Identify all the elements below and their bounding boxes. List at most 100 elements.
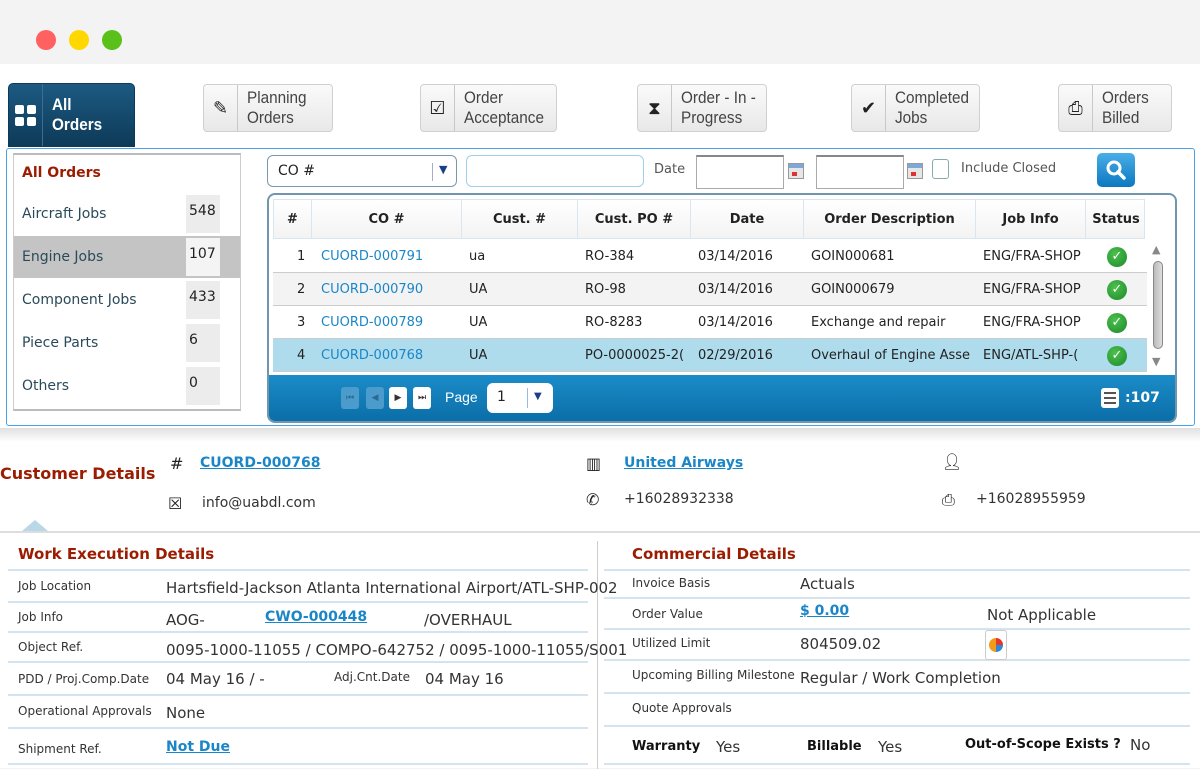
pie-chart-icon[interactable] <box>985 630 1007 660</box>
fax-icon: ⎙ <box>942 490 955 509</box>
order-stage-tabs: All Orders ✎ Planning Orders ☑ Order Accep… <box>0 64 1200 148</box>
page-select[interactable]: 1 ▼ <box>487 383 553 413</box>
tab-completed-jobs[interactable]: ✔ Completed Jobs <box>851 84 980 132</box>
category-item-others[interactable]: Others 0 <box>14 365 240 407</box>
row-number: 4 <box>297 348 306 363</box>
tab-planning-orders[interactable]: ✎ Planning Orders <box>203 84 333 132</box>
job-info: ENG/FRA-SHOP <box>983 282 1081 297</box>
include-closed-checkbox[interactable] <box>932 159 949 179</box>
date-label: Date <box>654 162 686 177</box>
person-icon: 👤︎ <box>942 452 963 471</box>
scroll-down-icon[interactable]: ▼ <box>1152 355 1160 368</box>
category-name: Piece Parts <box>22 335 99 351</box>
row-number: 3 <box>297 315 306 330</box>
utilized-limit-label: Utilized Limit <box>632 636 711 650</box>
search-field-select[interactable]: CO # ▼ <box>267 155 457 187</box>
order-date: 03/14/2016 <box>698 315 773 330</box>
tab-order-in-progress[interactable]: ⧗ Order - In - Progress <box>637 84 767 132</box>
shipment-ref-link[interactable]: Not Due <box>166 739 230 755</box>
window-titlebar <box>0 0 1200 58</box>
scrollbar-thumb[interactable] <box>1153 261 1163 349</box>
table-row[interactable]: 2 CUORD-000790 UA RO-98 03/14/2016 GOIN0… <box>273 273 1147 306</box>
co-number-link[interactable]: CUORD-000789 <box>321 306 423 339</box>
scroll-up-icon[interactable]: ▲ <box>1152 243 1160 256</box>
pdd-value: 04 May 16 / - <box>166 670 265 688</box>
job-info-link[interactable]: CWO-000448 <box>265 609 367 625</box>
column-header[interactable]: # <box>274 200 312 238</box>
search-input[interactable] <box>466 155 644 187</box>
column-header[interactable]: Cust. PO # <box>578 200 691 238</box>
order-value-link[interactable]: $ 0.00 <box>800 603 849 619</box>
minimize-window-button[interactable] <box>69 30 89 50</box>
tab-label-line1: Completed <box>895 88 969 107</box>
tab-order-acceptance[interactable]: ☑ Order Acceptance <box>420 84 557 132</box>
column-header[interactable]: Order Description <box>804 200 976 238</box>
column-header[interactable]: Job Info <box>976 200 1086 238</box>
page-number: 1 <box>497 389 506 405</box>
category-item-piece-parts[interactable]: Piece Parts 6 <box>14 322 240 364</box>
tab-label-line2: Jobs <box>895 108 928 127</box>
checkmark-icon: ✔ <box>852 85 886 131</box>
chevron-down-icon: ▼ <box>534 391 542 402</box>
hash-icon: # <box>170 454 184 473</box>
tab-label-line1: Order - In - <box>681 88 756 107</box>
phone-value: +16028932338 <box>624 491 734 507</box>
orders-table: # CO # Cust. # Cust. PO # Date Order Des… <box>267 193 1177 423</box>
phone-icon: ✆ <box>586 490 600 509</box>
status-ok-icon: ✓ <box>1107 246 1127 267</box>
table-row[interactable]: 3 CUORD-000789 UA RO-8283 03/14/2016 Exc… <box>273 306 1147 339</box>
table-row-selected[interactable]: 4 CUORD-000768 UA PO-0000025-2( 02/29/20… <box>273 339 1147 372</box>
customer-order-link[interactable]: CUORD-000768 <box>200 455 320 471</box>
total-count: :107 <box>1125 390 1160 406</box>
adj-cnt-date-value: 04 May 16 <box>425 670 504 688</box>
table-scrollbar[interactable]: ▲ ▼ <box>1149 243 1167 373</box>
category-name: Engine Jobs <box>22 249 104 265</box>
co-number-link[interactable]: CUORD-000768 <box>321 339 423 372</box>
date-from-input[interactable] <box>696 155 784 189</box>
chevron-down-icon: ▼ <box>439 163 448 176</box>
shipment-ref-label: Shipment Ref. <box>18 742 102 756</box>
first-page-button[interactable]: ⏮ <box>341 387 359 409</box>
column-header[interactable]: Date <box>691 200 804 238</box>
work-execution-title: Work Execution Details <box>18 545 215 563</box>
co-number-link[interactable]: CUORD-000790 <box>321 273 423 306</box>
prev-page-button[interactable]: ◀ <box>366 387 384 409</box>
column-header[interactable]: CO # <box>312 200 462 238</box>
edit-icon: ✎ <box>204 85 238 131</box>
next-page-button[interactable]: ▶ <box>389 387 407 409</box>
order-description: GOIN000679 <box>811 282 895 297</box>
company-link[interactable]: United Airways <box>624 455 743 471</box>
tab-label-line1: Orders <box>1102 88 1149 107</box>
category-item-aircraft-jobs[interactable]: Aircraft Jobs 548 <box>14 193 240 235</box>
search-button[interactable] <box>1097 153 1135 187</box>
calendar-icon[interactable] <box>907 163 923 179</box>
tab-label-line1: Planning <box>247 88 307 107</box>
category-count: 548 <box>186 195 220 233</box>
tab-label-line2: Orders <box>247 108 294 127</box>
tab-all-orders[interactable]: All Orders <box>8 83 135 147</box>
column-header[interactable]: Cust. # <box>462 200 578 238</box>
category-item-component-jobs[interactable]: Component Jobs 433 <box>14 279 240 321</box>
maximize-window-button[interactable] <box>102 30 122 50</box>
tab-orders-billed[interactable]: ⎙ Orders Billed <box>1058 84 1172 132</box>
order-description: Exchange and repair <box>811 315 946 330</box>
hourglass-icon: ⧗ <box>638 85 672 131</box>
column-header[interactable]: Status <box>1086 200 1146 238</box>
co-number-link[interactable]: CUORD-000791 <box>321 240 423 273</box>
category-count: 0 <box>186 367 220 405</box>
order-description: GOIN000681 <box>811 249 895 264</box>
app-window: All Orders ✎ Planning Orders ☑ Order Accep… <box>0 64 1200 769</box>
calendar-icon[interactable] <box>788 163 804 179</box>
table-row[interactable]: 1 CUORD-000791 ua RO-384 03/14/2016 GOIN… <box>273 240 1147 273</box>
job-info-prefix: AOG- <box>166 611 205 629</box>
date-to-input[interactable] <box>816 155 904 189</box>
cust-po-number: RO-8283 <box>585 315 643 330</box>
operational-approvals-value: None <box>166 704 206 722</box>
category-item-engine-jobs[interactable]: Engine Jobs 107 <box>14 236 240 278</box>
last-page-button[interactable]: ⏭ <box>413 387 431 409</box>
operational-approvals-label: Operational Approvals <box>18 704 152 718</box>
close-window-button[interactable] <box>36 30 56 50</box>
fax-value: +16028955959 <box>976 491 1086 507</box>
orders-panel: All Orders Aircraft Jobs 548 Engine Jobs… <box>6 148 1195 426</box>
list-icon[interactable] <box>1101 388 1119 408</box>
